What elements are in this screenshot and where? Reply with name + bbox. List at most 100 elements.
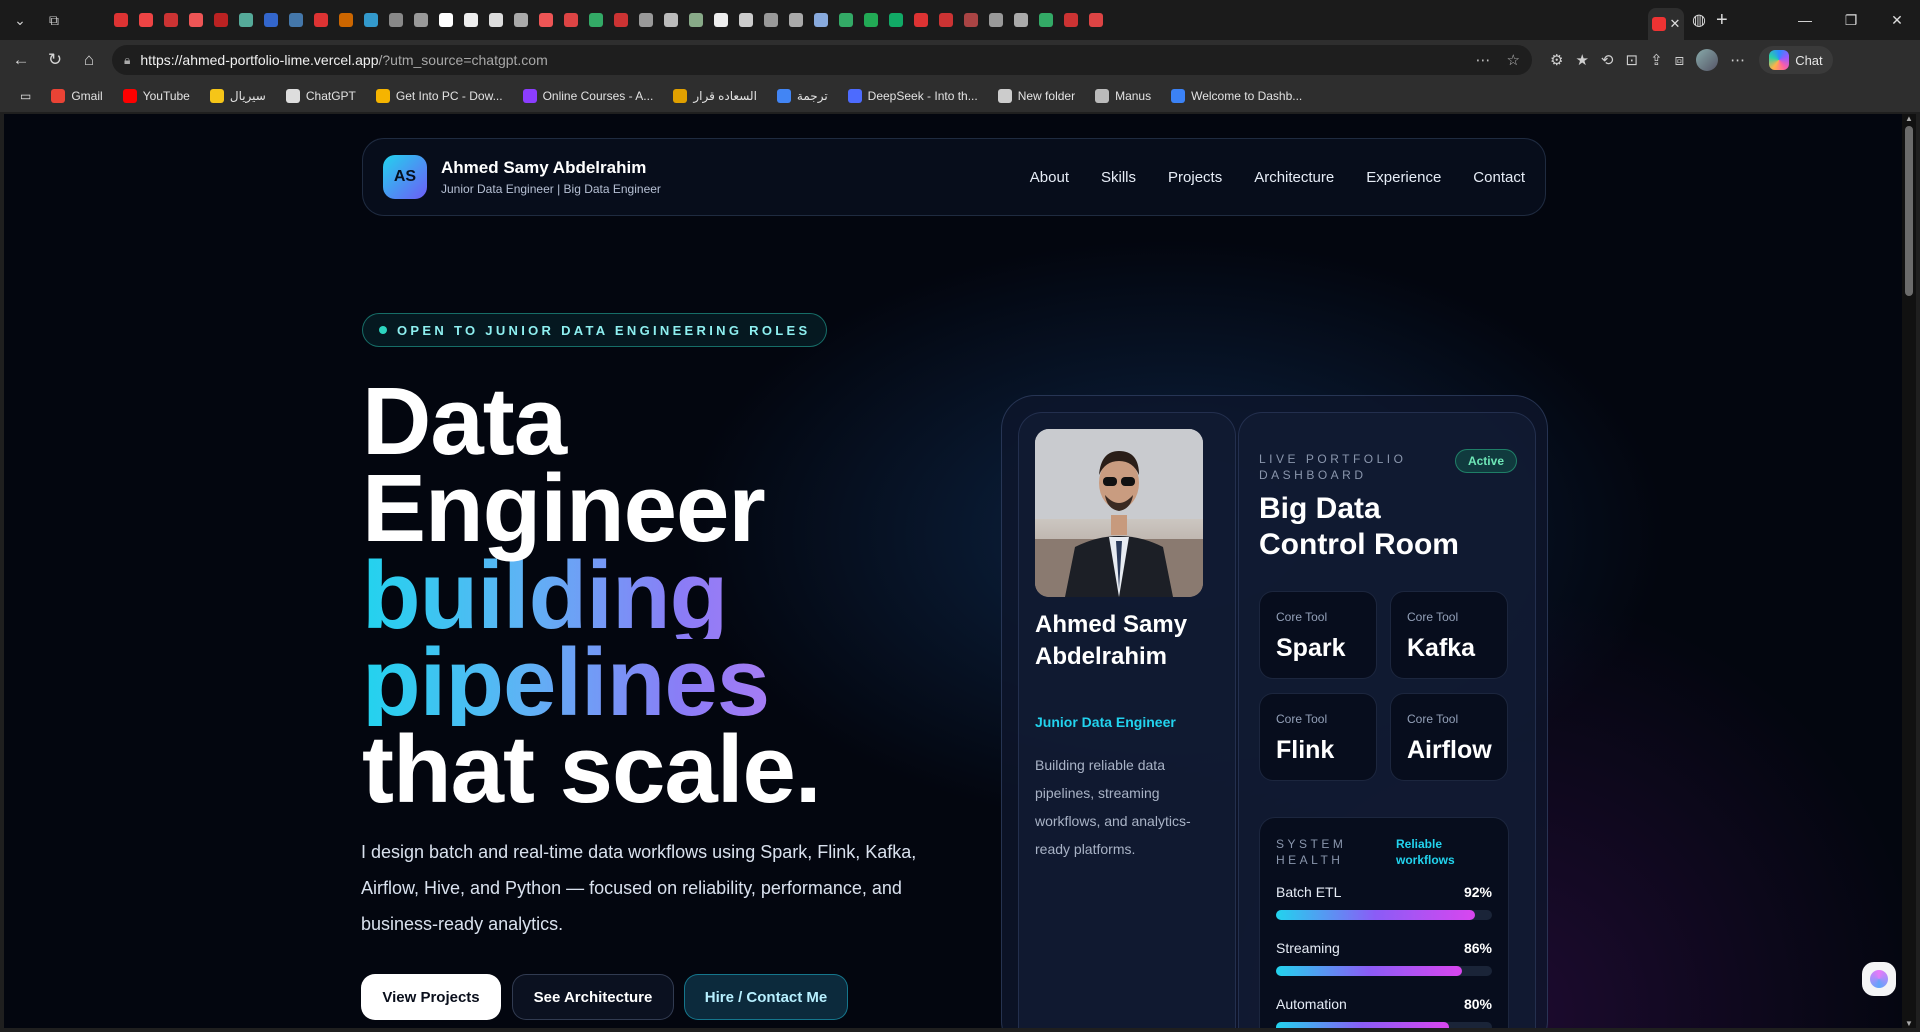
tab[interactable] (1033, 6, 1058, 34)
bookmark-item[interactable]: New folder (990, 85, 1083, 107)
nav-experience[interactable]: Experience (1366, 169, 1441, 186)
tab[interactable] (508, 6, 533, 34)
tab[interactable] (383, 6, 408, 34)
url-field[interactable]: 🔒︎ https://ahmed-portfolio-lime.vercel.a… (112, 45, 1532, 75)
profile-bio: Building reliable data pipelines, stream… (1035, 757, 1191, 857)
back-icon[interactable]: ← (4, 44, 38, 76)
bookmark-item[interactable]: DeepSeek - Into th... (840, 85, 986, 107)
tab-actions-chevron-icon[interactable]: ⌄ (6, 6, 34, 34)
see-architecture-button[interactable]: See Architecture (512, 974, 674, 1020)
bookmark-item[interactable]: سيريال (202, 85, 274, 107)
nav-contact[interactable]: Contact (1473, 169, 1525, 186)
tab[interactable] (408, 6, 433, 34)
tab[interactable] (233, 6, 258, 34)
favorite-star-icon[interactable]: ☆ (1507, 51, 1520, 69)
tab[interactable] (183, 6, 208, 34)
favorites-icon[interactable]: ★ (1575, 51, 1588, 69)
bookmark-item[interactable]: Manus (1087, 85, 1159, 107)
portfolio-dashboard: Ahmed Samy Abdelrahim Junior Data Engine… (1001, 395, 1548, 1028)
bookmark-item[interactable]: Welcome to Dashb... (1163, 85, 1310, 107)
tab[interactable] (733, 6, 758, 34)
scroll-thumb[interactable] (1905, 126, 1913, 296)
page-scrollbar[interactable]: ▲ ▼ (1902, 114, 1916, 1028)
bookmarks-menu-icon[interactable]: ▭ (12, 85, 39, 107)
tab-active[interactable]: ✕ (1648, 8, 1684, 40)
tab[interactable] (908, 6, 933, 34)
bookmark-item[interactable]: السعاده قرار (665, 85, 765, 107)
tab[interactable] (983, 6, 1008, 34)
tab[interactable] (258, 6, 283, 34)
nav-projects[interactable]: Projects (1168, 169, 1222, 186)
tab[interactable] (208, 6, 233, 34)
tab[interactable] (133, 6, 158, 34)
bookmark-item[interactable]: Online Courses - A... (515, 85, 662, 107)
control-room-title: Big Data Control Room (1259, 492, 1459, 561)
page-options-icon[interactable]: ⋯ (1476, 51, 1491, 69)
share-icon[interactable]: ⇪ (1650, 51, 1663, 69)
tab[interactable] (658, 6, 683, 34)
tab[interactable] (308, 6, 333, 34)
tool-name: Airflow (1407, 736, 1492, 764)
globe-icon[interactable]: ◍ (1692, 10, 1706, 30)
bookmark-favicon-icon (1171, 89, 1186, 103)
scroll-up-icon[interactable]: ▲ (1905, 114, 1913, 123)
logo-badge[interactable]: AS (383, 155, 427, 199)
tab[interactable] (958, 6, 983, 34)
tab[interactable] (358, 6, 383, 34)
bookmark-item[interactable]: Get Into PC - Dow... (368, 85, 511, 107)
bookmark-item[interactable]: Gmail (43, 85, 110, 107)
scroll-down-icon[interactable]: ▼ (1905, 1019, 1913, 1028)
workspaces-icon[interactable]: ⧉ (40, 6, 68, 34)
tab[interactable] (833, 6, 858, 34)
restore-icon[interactable]: ❐ (1828, 0, 1874, 40)
tab[interactable] (1083, 6, 1108, 34)
tab[interactable] (458, 6, 483, 34)
nav-about[interactable]: About (1030, 169, 1069, 186)
nav-skills[interactable]: Skills (1101, 169, 1136, 186)
tab-favicon-icon (613, 13, 628, 27)
tab[interactable] (533, 6, 558, 34)
tab[interactable] (433, 6, 458, 34)
tab[interactable] (783, 6, 808, 34)
bookmark-item[interactable]: ترجمة (769, 85, 836, 107)
tab[interactable] (858, 6, 883, 34)
close-window-icon[interactable]: ✕ (1874, 0, 1920, 40)
tab[interactable] (608, 6, 633, 34)
assistant-floating-button[interactable] (1862, 962, 1896, 996)
hire-contact-button[interactable]: Hire / Contact Me (684, 974, 848, 1020)
tab[interactable] (933, 6, 958, 34)
tab[interactable] (633, 6, 658, 34)
tab[interactable] (558, 6, 583, 34)
tab[interactable] (483, 6, 508, 34)
tab[interactable] (758, 6, 783, 34)
bookmark-item[interactable]: YouTube (115, 85, 198, 107)
tab-favicon-icon (1013, 13, 1028, 27)
tab[interactable] (283, 6, 308, 34)
screenshot-icon[interactable]: ⊡ (1625, 51, 1638, 69)
extensions-icon[interactable]: ⚙ (1550, 51, 1563, 69)
collections-icon[interactable]: ⧈ (1675, 52, 1685, 69)
tab[interactable] (333, 6, 358, 34)
refresh-icon[interactable]: ↻ (38, 44, 72, 76)
tab[interactable] (708, 6, 733, 34)
nav-architecture[interactable]: Architecture (1254, 169, 1334, 186)
close-tab-icon[interactable]: ✕ (1670, 16, 1681, 32)
new-tab-icon[interactable]: + (1716, 9, 1728, 32)
history-icon[interactable]: ⟲ (1601, 51, 1614, 69)
copilot-chat-button[interactable]: Chat (1759, 46, 1833, 74)
bookmark-item[interactable]: ChatGPT (278, 85, 364, 107)
tab[interactable] (108, 6, 133, 34)
tab[interactable] (883, 6, 908, 34)
tab-favicon-icon (338, 13, 353, 27)
view-projects-button[interactable]: View Projects (361, 974, 501, 1020)
home-icon[interactable]: ⌂ (72, 44, 106, 76)
tab[interactable] (583, 6, 608, 34)
tab[interactable] (1058, 6, 1083, 34)
minimize-icon[interactable]: — (1782, 0, 1828, 40)
tab[interactable] (683, 6, 708, 34)
tab[interactable] (158, 6, 183, 34)
profile-avatar[interactable] (1696, 49, 1719, 71)
tab[interactable] (808, 6, 833, 34)
tab[interactable] (1008, 6, 1033, 34)
more-menu-icon[interactable]: ⋯ (1730, 51, 1745, 69)
